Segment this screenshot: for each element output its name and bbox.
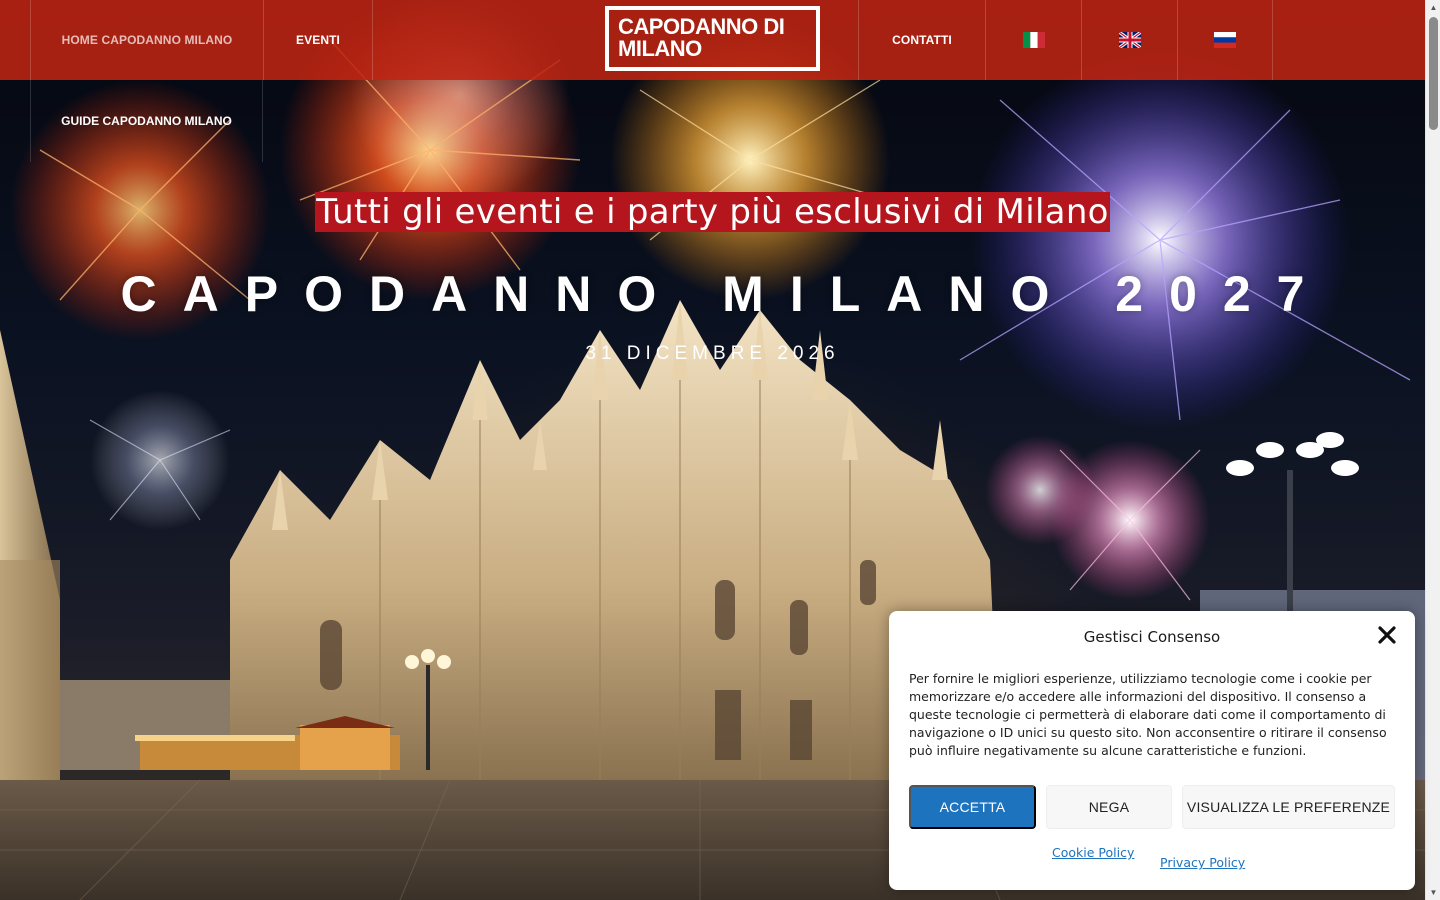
consent-body-text: Per fornire le migliori esperienze, util… (909, 671, 1387, 758)
privacy-policy-link[interactable]: Privacy Policy (1160, 855, 1245, 870)
nav-item-events[interactable]: EVENTI (263, 0, 373, 80)
logo-line1: CAPODANNO DI (618, 14, 785, 39)
nav-item-events-label: EVENTI (296, 33, 340, 47)
nav-item-contacts[interactable]: CONTATTI (858, 0, 985, 80)
nav-item-guide[interactable]: GUIDE CAPODANNO MILANO (30, 80, 263, 162)
nav-item-guide-label: GUIDE CAPODANNO MILANO (61, 114, 232, 128)
scrollbar-thumb[interactable] (1429, 17, 1438, 130)
flag-uk-icon (1118, 32, 1141, 48)
nav-item-contacts-label: CONTATTI (892, 33, 952, 47)
scroll-up-arrow-icon[interactable]: ▲ (1426, 0, 1440, 15)
hero-tagline-wrapper: Tutti gli eventi e i party più esclusivi… (0, 192, 1425, 232)
site-logo[interactable]: CAPODANNO DI MILANO (605, 6, 820, 71)
hero-date: 31 DICEMBRE 2026 (585, 343, 840, 364)
language-russian[interactable] (1177, 0, 1273, 80)
top-navigation: HOME CAPODANNO MILANO EVENTI CAPODANNO D… (0, 0, 1425, 80)
nav-item-home[interactable]: HOME CAPODANNO MILANO (30, 0, 263, 80)
hero-tagline: Tutti gli eventi e i party più esclusivi… (315, 192, 1110, 232)
flag-russia-icon (1214, 32, 1236, 48)
flag-italy-icon (1022, 32, 1045, 48)
nav-item-home-label: HOME CAPODANNO MILANO (61, 33, 233, 47)
accept-button[interactable]: ACCETTA (909, 785, 1036, 829)
hero-title: CAPODANNO MILANO 2027 (120, 266, 1331, 322)
language-english[interactable] (1081, 0, 1177, 80)
close-icon[interactable] (1377, 625, 1397, 645)
logo-line2: MILANO (618, 36, 702, 61)
scroll-down-arrow-icon[interactable]: ▼ (1426, 885, 1440, 900)
cookie-consent-dialog: Gestisci Consenso Per fornire le miglior… (889, 611, 1415, 890)
language-italian[interactable] (985, 0, 1081, 80)
page-scrollbar[interactable]: ▲ ▼ (1425, 0, 1440, 900)
cookie-policy-link[interactable]: Cookie Policy (1052, 845, 1134, 860)
view-preferences-button[interactable]: VISUALIZZA LE PREFERENZE (1182, 785, 1395, 829)
consent-title: Gestisci Consenso (1083, 628, 1221, 646)
deny-button[interactable]: NEGA (1046, 785, 1172, 829)
